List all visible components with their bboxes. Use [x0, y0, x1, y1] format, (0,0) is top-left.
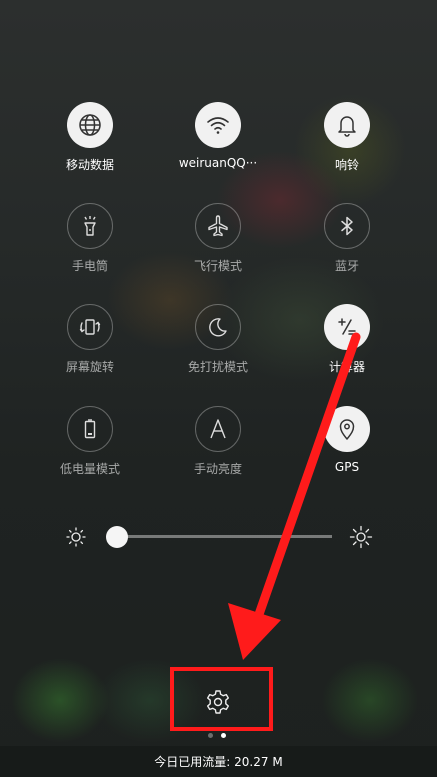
brightness-slider-track[interactable]: [116, 535, 332, 538]
page-dot-active[interactable]: [221, 733, 226, 738]
tile-wifi[interactable]: weiruanQQ···: [158, 102, 278, 170]
tile-label: 响铃: [334, 158, 359, 172]
globe-icon: [67, 102, 113, 148]
tile-flashlight[interactable]: 手电筒: [30, 203, 150, 274]
tile-label: weiruanQQ···: [178, 156, 258, 170]
tile-label: 免打扰模式: [187, 360, 248, 374]
tile-label: 手动亮度: [193, 462, 242, 476]
tile-gps[interactable]: GPS: [287, 406, 407, 474]
tile-label: 移动数据: [65, 158, 114, 172]
battery-icon: [67, 406, 113, 452]
page-indicator: [208, 733, 226, 738]
wifi-icon: [195, 102, 241, 148]
flashlight-icon: [67, 203, 113, 249]
auto-brightness-icon: [195, 406, 241, 452]
tile-label: 飞行模式: [193, 259, 242, 273]
brightness-slider-thumb[interactable]: [106, 526, 128, 548]
tile-calculator[interactable]: 计算器: [287, 304, 407, 375]
tile-airplane-mode[interactable]: 飞行模式: [158, 203, 278, 274]
rotate-icon: [67, 304, 113, 350]
tile-label: GPS: [334, 460, 360, 474]
tile-label: 计算器: [328, 360, 365, 374]
tile-low-power-mode[interactable]: 低电量模式: [30, 406, 150, 477]
brightness-high-icon: [349, 525, 373, 549]
tile-mobile-data[interactable]: 移动数据: [30, 102, 150, 173]
tile-label: 屏幕旋转: [65, 360, 114, 374]
calculator-icon: [324, 304, 370, 350]
tile-screen-rotation[interactable]: 屏幕旋转: [30, 304, 150, 375]
bluetooth-icon: [324, 203, 370, 249]
data-usage-footer: 今日已用流量: 20.27 M: [0, 746, 437, 777]
page-dot[interactable]: [208, 733, 213, 738]
tile-label: 蓝牙: [334, 259, 359, 273]
tile-label: 低电量模式: [59, 462, 120, 476]
tile-do-not-disturb[interactable]: 免打扰模式: [158, 304, 278, 375]
brightness-low-icon: [64, 525, 88, 549]
data-usage-text: 今日已用流量: 20.27 M: [154, 755, 283, 769]
airplane-icon: [195, 203, 241, 249]
tile-ringer[interactable]: 响铃: [287, 102, 407, 173]
tile-manual-brightness[interactable]: 手动亮度: [158, 406, 278, 477]
tile-label: 手电筒: [71, 259, 108, 273]
highlight-box: [170, 667, 273, 731]
location-pin-icon: [324, 406, 370, 452]
tile-bluetooth[interactable]: 蓝牙: [287, 203, 407, 274]
moon-icon: [195, 304, 241, 350]
bell-icon: [324, 102, 370, 148]
